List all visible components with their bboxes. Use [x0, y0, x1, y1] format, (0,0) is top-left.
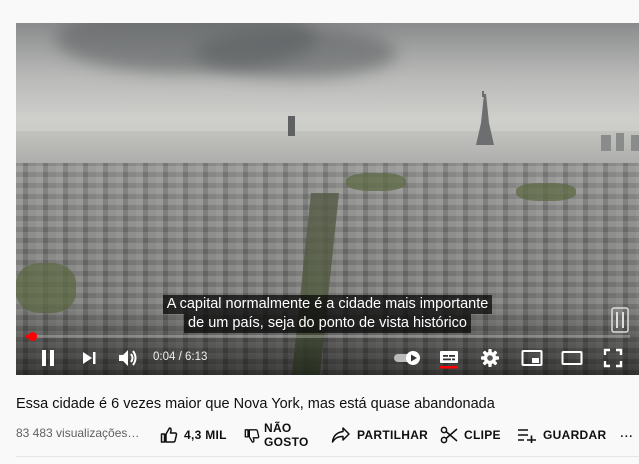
captions-icon	[440, 351, 458, 369]
share-icon	[331, 427, 350, 443]
caption-line: A capital normalmente é a cidade mais im…	[162, 295, 493, 314]
dislike-label: NÃO GOSTO	[264, 421, 309, 449]
time-separator: /	[175, 351, 185, 363]
video-watermark-icon	[611, 307, 629, 333]
video-player[interactable]: A capital normalmente é a cidade mais im…	[16, 23, 639, 375]
miniplayer-icon	[521, 350, 543, 366]
current-time: 0:04	[153, 351, 176, 363]
dislike-label-line: GOSTO	[264, 435, 309, 449]
miniplayer-button[interactable]	[519, 345, 545, 371]
next-button[interactable]	[78, 345, 100, 371]
captions: A capital normalmente é a cidade mais im…	[16, 295, 639, 333]
autoplay-toggle-icon	[394, 351, 420, 365]
next-icon	[83, 352, 96, 364]
pause-icon	[42, 350, 54, 366]
duration: 6:13	[184, 351, 208, 363]
volume-icon	[119, 350, 137, 366]
fullscreen-button[interactable]	[600, 345, 626, 371]
clip-button[interactable]: CLIPE	[440, 418, 501, 452]
fullscreen-icon	[603, 348, 623, 368]
autoplay-toggle[interactable]	[392, 345, 424, 371]
progress-bar[interactable]	[25, 332, 630, 341]
view-count[interactable]: 83 483 visualizações…	[16, 426, 139, 440]
pause-button[interactable]	[36, 345, 60, 371]
player-controls: 0:04 / 6:13	[16, 341, 639, 375]
clip-label: CLIPE	[464, 428, 501, 442]
playlist-add-icon	[518, 429, 536, 443]
video-trees	[346, 173, 406, 191]
save-label: GUARDAR	[543, 428, 607, 442]
divider	[16, 456, 639, 457]
video-title: Essa cidade é 6 vezes maior que Nova Yor…	[16, 396, 495, 412]
gear-icon	[481, 349, 499, 367]
progress-scrubber[interactable]	[28, 332, 37, 341]
video-actions-row: 83 483 visualizações… 4,3 MIL NÃO GOSTO …	[0, 418, 639, 452]
dislike-label-line: NÃO	[264, 421, 292, 435]
like-button[interactable]: 4,3 MIL	[160, 418, 227, 452]
thumbs-down-icon	[244, 429, 260, 443]
more-actions-button[interactable]: ...	[620, 424, 633, 442]
captions-button[interactable]	[437, 345, 461, 371]
share-button[interactable]: PARTILHAR	[331, 418, 428, 452]
time-display: 0:04 / 6:13	[153, 351, 207, 363]
caption-line: de um país, seja do ponto de vista histó…	[184, 314, 471, 333]
scissors-icon	[440, 426, 458, 444]
dislike-button[interactable]: NÃO GOSTO	[244, 418, 309, 452]
thumbs-up-icon	[160, 427, 178, 443]
like-count: 4,3 MIL	[184, 428, 227, 442]
volume-button[interactable]	[116, 345, 140, 371]
youtube-watch-page: A capital normalmente é a cidade mais im…	[0, 0, 639, 464]
save-button[interactable]: GUARDAR	[517, 418, 606, 452]
theater-mode-button[interactable]	[559, 345, 585, 371]
theater-mode-icon	[561, 351, 583, 365]
share-label: PARTILHAR	[357, 428, 429, 442]
settings-button[interactable]	[478, 345, 502, 371]
video-trees	[516, 183, 576, 201]
